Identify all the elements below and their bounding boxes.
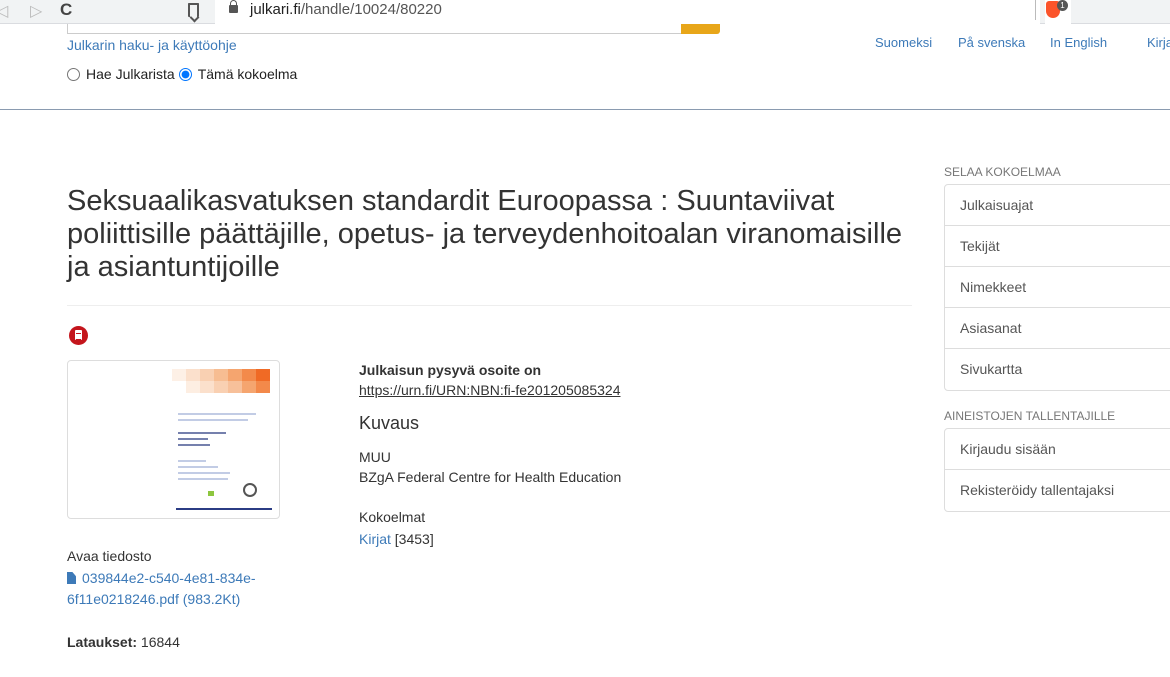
description-line: MUU bbox=[359, 449, 391, 465]
address-bar[interactable]: julkari.fi/handle/10024/80220 bbox=[215, 0, 1040, 24]
cover-color-bar bbox=[172, 369, 270, 381]
brave-shield-button[interactable]: 1 bbox=[1045, 0, 1071, 24]
scope-label-collection[interactable]: Tämä kokoelma bbox=[198, 66, 298, 82]
file-icon bbox=[67, 572, 76, 584]
url-text: julkari.fi/handle/10024/80220 bbox=[250, 1, 442, 18]
cover-color-bar-2 bbox=[172, 381, 270, 393]
help-link[interactable]: Julkarin haku- ja käyttöohje bbox=[67, 37, 237, 53]
back-icon[interactable]: ◁ bbox=[0, 1, 8, 21]
cover-text bbox=[178, 413, 256, 415]
cover-text bbox=[178, 438, 208, 440]
cover-text bbox=[178, 419, 248, 421]
cover-text bbox=[178, 472, 230, 474]
cover-bottom-bar bbox=[176, 508, 272, 510]
cover-text bbox=[178, 466, 218, 468]
collection-count: [3453] bbox=[394, 531, 434, 547]
cover-text bbox=[178, 478, 228, 480]
collection-link[interactable]: Kirjat bbox=[359, 531, 391, 547]
title-divider bbox=[67, 305, 912, 306]
browse-by-subject[interactable]: Asiasanat bbox=[945, 308, 1170, 349]
shield-count-badge: 1 bbox=[1057, 0, 1068, 11]
scope-radio-all[interactable] bbox=[67, 67, 80, 81]
who-logo bbox=[243, 483, 257, 497]
scope-label-all[interactable]: Hae Julkarista bbox=[86, 66, 175, 82]
pdf-download-link[interactable]: 039844e2-c540-4e81-834e-6f11e0218246.pdf… bbox=[67, 568, 297, 610]
browse-list: Julkaisuajat Tekijät Nimekkeet Asiasanat… bbox=[944, 184, 1170, 391]
browser-toolbar: ◁ ▷ C julkari.fi/handle/10024/80220 1 bbox=[0, 0, 1170, 24]
permanent-address-link[interactable]: https://urn.fi/URN:NBN:fi-fe201205085324 bbox=[359, 382, 620, 398]
item-title: Seksuaalikasvatuksen standardit Euroopas… bbox=[67, 185, 903, 283]
file-link-text: 039844e2-c540-4e81-834e-6f11e0218246.pdf… bbox=[67, 570, 256, 607]
collections-label: Kokoelmat bbox=[359, 509, 426, 525]
search-button[interactable] bbox=[681, 24, 720, 34]
register-item[interactable]: Rekisteröidy tallentajaksi bbox=[945, 470, 1170, 511]
lang-english[interactable]: In English bbox=[1050, 35, 1107, 50]
depositors-list: Kirjaudu sisään Rekisteröidy tallentajak… bbox=[944, 428, 1170, 512]
browse-by-date[interactable]: Julkaisuajat bbox=[945, 185, 1170, 226]
url-host: julkari.fi bbox=[250, 1, 301, 18]
toolbar-divider bbox=[1035, 0, 1036, 20]
description-heading: Kuvaus bbox=[359, 413, 420, 433]
document-type-icon bbox=[69, 326, 88, 345]
description-line: BZgA Federal Centre for Health Education bbox=[359, 469, 622, 485]
cover-text bbox=[178, 444, 210, 446]
forward-icon[interactable]: ▷ bbox=[30, 1, 42, 21]
header-divider bbox=[0, 109, 1170, 110]
description: MUU BZgA Federal Centre for Health Educa… bbox=[359, 447, 621, 487]
bookmark-icon[interactable] bbox=[188, 3, 199, 17]
search-input[interactable] bbox=[67, 24, 681, 34]
lang-swedish[interactable]: På svenska bbox=[958, 35, 1025, 50]
lang-finnish[interactable]: Suomeksi bbox=[875, 35, 932, 50]
downloads-label: Lataukset: bbox=[67, 634, 138, 650]
permanent-address-label: Julkaisun pysyvä osoite on bbox=[359, 362, 542, 378]
bzga-logo bbox=[208, 491, 214, 496]
browse-heading: Selaa kokoelmaa bbox=[944, 165, 1061, 179]
sitemap-link[interactable]: Sivukartta bbox=[945, 349, 1170, 390]
browse-by-author[interactable]: Tekijät bbox=[945, 226, 1170, 267]
browse-by-title[interactable]: Nimekkeet bbox=[945, 267, 1170, 308]
downloads-value: 16844 bbox=[140, 634, 180, 650]
cover-thumbnail[interactable] bbox=[67, 360, 280, 519]
search-scope: Hae Julkarista Tämä kokoelma bbox=[67, 66, 301, 82]
scope-radio-collection[interactable] bbox=[178, 67, 192, 81]
downloads-count: Lataukset: 16844 bbox=[67, 634, 180, 650]
url-path: /handle/10024/80220 bbox=[300, 1, 442, 18]
login-link[interactable]: Kirja bbox=[1147, 35, 1170, 50]
reload-icon[interactable]: C bbox=[60, 0, 72, 20]
collection-entry: Kirjat [3453] bbox=[359, 531, 434, 547]
open-file-label: Avaa tiedosto bbox=[67, 548, 152, 564]
depositors-heading: Aineistojen tallentajille bbox=[944, 409, 1116, 423]
login-item[interactable]: Kirjaudu sisään bbox=[945, 429, 1170, 470]
lock-icon bbox=[229, 0, 238, 13]
cover-text bbox=[178, 460, 206, 462]
cover-text bbox=[178, 432, 226, 434]
